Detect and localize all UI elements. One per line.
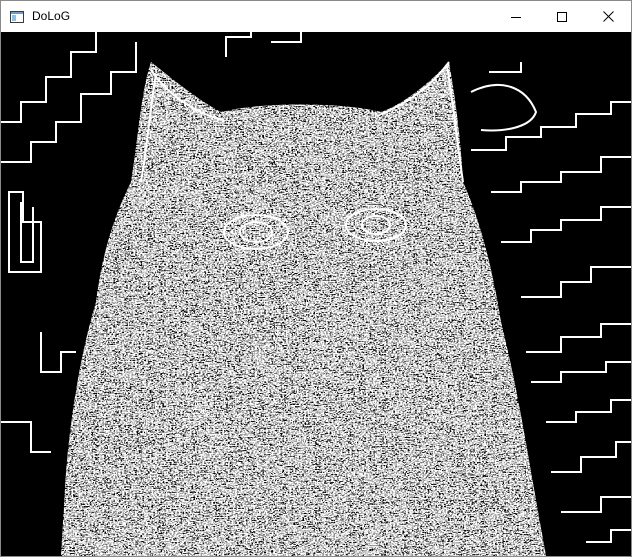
image-canvas bbox=[1, 32, 631, 556]
edge-detection-output-image bbox=[1, 32, 631, 556]
close-button[interactable] bbox=[585, 1, 631, 32]
window-title: DoLoG bbox=[32, 9, 71, 23]
maximize-button[interactable] bbox=[539, 1, 585, 32]
window-app-icon bbox=[10, 10, 24, 23]
close-icon bbox=[602, 11, 614, 22]
maximize-icon bbox=[557, 11, 567, 22]
minimize-icon bbox=[511, 12, 521, 22]
title-bar[interactable]: DoLoG bbox=[1, 1, 631, 32]
minimize-button[interactable] bbox=[493, 1, 539, 32]
app-window: DoLoG bbox=[0, 0, 632, 557]
